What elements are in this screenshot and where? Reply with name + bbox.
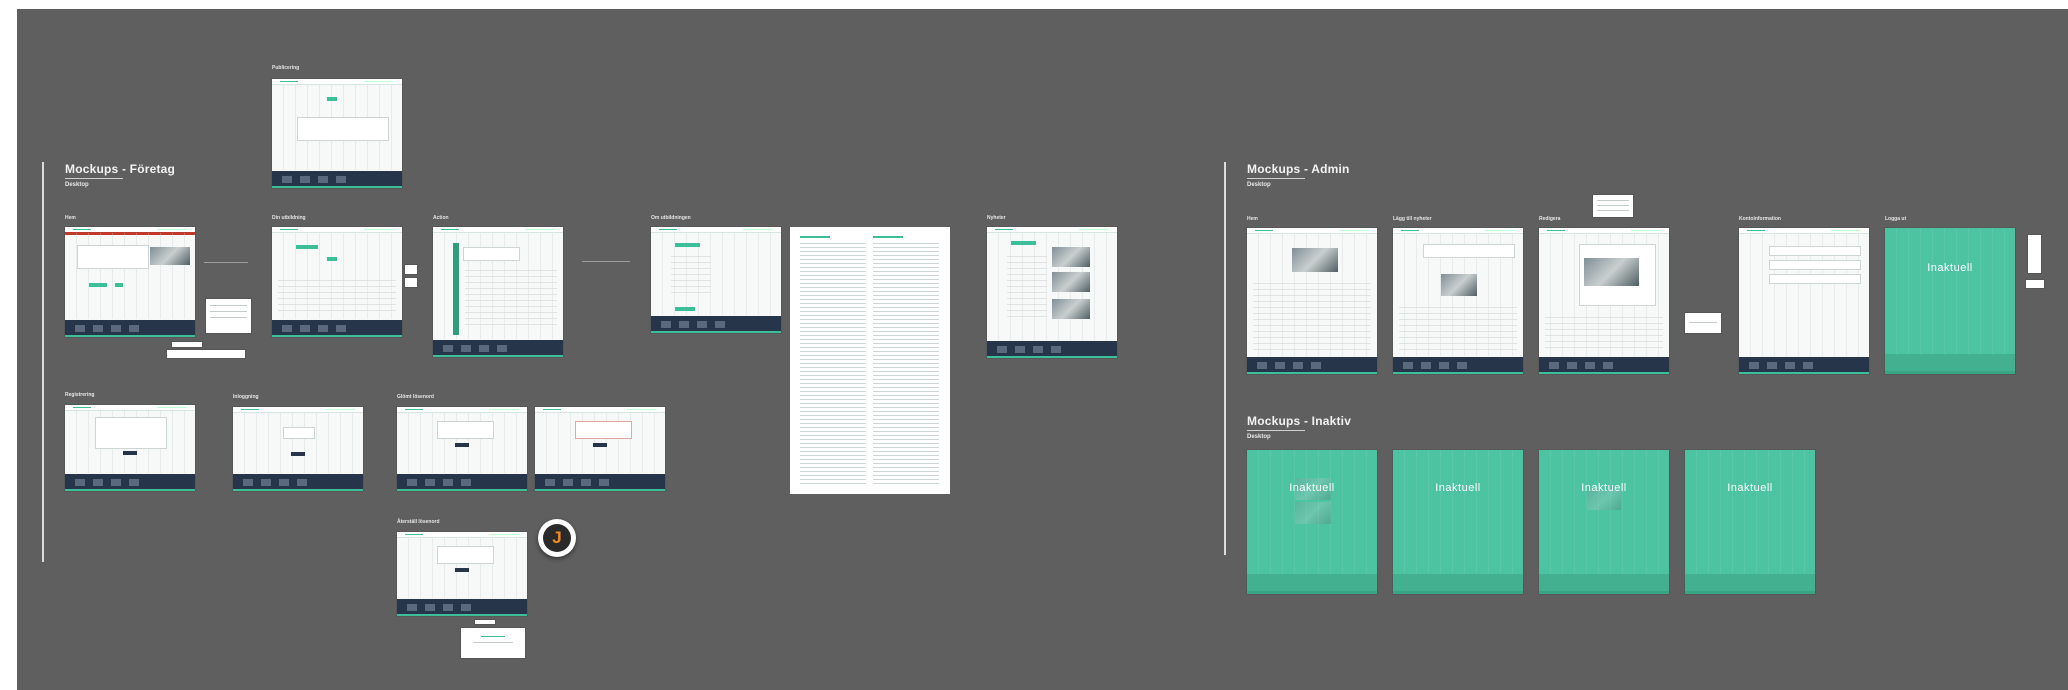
frame-label-glomt-losenord: Glömt lösenord [397, 394, 434, 400]
inaktuell-label: Inaktuell [1727, 482, 1773, 494]
section-title-admin: Mockups - Admin [1247, 162, 1350, 176]
frame-label-inloggning: Inloggning [233, 394, 259, 400]
section-divider-admin [1224, 162, 1226, 555]
inaktuell-label: Inaktuell [1289, 482, 1335, 494]
frame-glomt-losenord[interactable] [397, 407, 527, 491]
frame-om-utbildningen-longdoc[interactable] [790, 227, 950, 494]
popup-din-utbildning-a[interactable] [405, 265, 417, 274]
frame-label-nyheter: Nyheter [987, 215, 1006, 221]
avatar-initial: J [543, 524, 571, 552]
section-title-inaktiv: Mockups - Inaktiv [1247, 414, 1352, 428]
section-rule-inaktiv [1247, 430, 1305, 431]
section-title-foretag: Mockups - Företag [65, 162, 176, 176]
frame-publicering[interactable] [272, 79, 402, 188]
frame-glomt-losenord-error[interactable] [535, 407, 665, 491]
frame-kontoinformation[interactable] [1739, 228, 1869, 374]
frame-label-action: Action [433, 215, 449, 221]
connector-action [582, 261, 630, 262]
popup-redigera-confirm[interactable] [1685, 313, 1721, 333]
frame-nyheter[interactable] [987, 227, 1117, 358]
section-rule-foretag [65, 178, 123, 179]
frame-inaktiv-1[interactable]: Inaktuell [1247, 450, 1377, 594]
frame-inaktiv-4[interactable]: Inaktuell [1685, 450, 1815, 594]
frame-label-logga-ut: Logga ut [1885, 216, 1907, 222]
frame-label-redigera: Redigera [1539, 216, 1561, 222]
frame-label-aterstall-losenord: Återställ lösenord [397, 519, 440, 525]
frame-label-kontoinformation: Kontoinformation [1739, 216, 1781, 222]
frame-admin-hem[interactable] [1247, 228, 1377, 374]
frame-action[interactable] [433, 227, 563, 357]
section-subtitle-inaktiv: Desktop [1247, 434, 1271, 440]
section-subtitle-foretag: Desktop [65, 182, 89, 188]
frame-din-utbildning[interactable] [272, 227, 402, 337]
section-subtitle-admin: Desktop [1247, 182, 1271, 188]
frame-inaktiv-3[interactable]: Inaktuell [1539, 450, 1669, 594]
frame-inaktiv-2[interactable]: Inaktuell [1393, 450, 1523, 594]
section-divider-foretag [42, 162, 44, 562]
popup-aterstall-confirm[interactable] [461, 628, 525, 658]
popup-logga-ut-side[interactable] [2028, 235, 2041, 273]
inaktuell-label: Inaktuell [1581, 482, 1627, 494]
frame-logga-ut[interactable]: Inaktuell [1885, 228, 2015, 374]
frame-hem[interactable] [65, 227, 195, 337]
frame-label-lagg-till-nyheter: Lägg till nyheter [1393, 216, 1432, 222]
frame-redigera[interactable] [1539, 228, 1669, 374]
frame-label-hem: Hem [65, 215, 76, 221]
popup-hem-pill[interactable] [172, 342, 202, 347]
design-canvas[interactable]: Mockups - Företag Desktop Publicering He… [17, 9, 2068, 690]
frame-label-din-utbildning: Din utbildning [272, 215, 306, 221]
popup-din-utbildning-b[interactable] [405, 278, 417, 287]
popup-hem-bar[interactable] [167, 350, 245, 358]
frame-lagg-till-nyheter[interactable] [1393, 228, 1523, 374]
inaktuell-label: Inaktuell [1927, 262, 1973, 274]
frame-registrering[interactable] [65, 405, 195, 491]
frame-om-utbildningen[interactable] [651, 227, 781, 333]
popup-aterstall-pill[interactable] [475, 620, 495, 624]
popup-logga-ut-bar[interactable] [2026, 280, 2044, 288]
connector-hem [204, 262, 248, 263]
frame-inloggning[interactable] [233, 407, 363, 491]
frame-label-admin-hem: Hem [1247, 216, 1258, 222]
popup-hem-notice[interactable] [206, 299, 251, 333]
user-avatar-cursor[interactable]: J [538, 519, 576, 557]
frame-aterstall-losenord[interactable] [397, 532, 527, 616]
frame-label-registrering: Registrering [65, 392, 95, 398]
frame-label-om-utbildningen: Om utbildningen [651, 215, 691, 221]
inaktuell-label: Inaktuell [1435, 482, 1481, 494]
popup-redigera-menu[interactable] [1593, 195, 1633, 217]
section-rule-admin [1247, 178, 1305, 179]
frame-label-publicering: Publicering [272, 65, 300, 71]
